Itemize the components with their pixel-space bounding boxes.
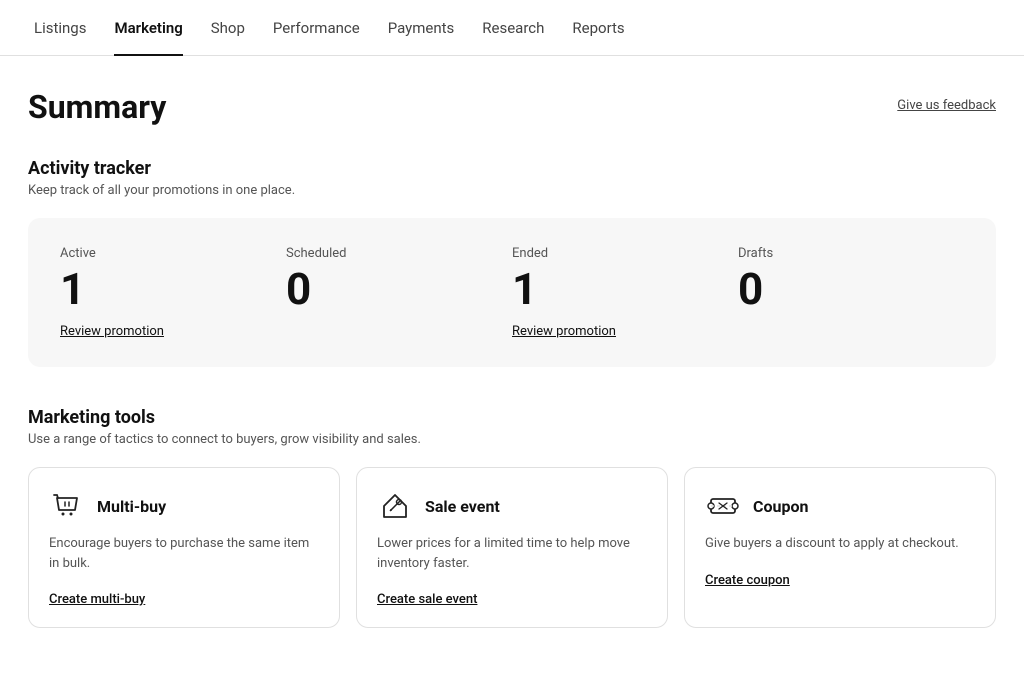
tracker-value-scheduled: 0 [286,267,492,311]
page-title: Summary [28,88,166,126]
tool-desc-sale-event: Lower prices for a limited time to help … [377,534,647,573]
tool-action-sale-event[interactable]: Create sale event [377,592,477,607]
activity-tracker-section: Activity tracker Keep track of all your … [28,158,996,367]
tracker-label-active: Active [60,246,266,261]
activity-tracker-subtitle: Keep track of all your promotions in one… [28,183,996,198]
coupon-icon [705,488,741,524]
nav-item-marketing[interactable]: Marketing [100,0,196,56]
tool-action-coupon[interactable]: Create coupon [705,573,790,588]
review-promotion-link-ended[interactable]: Review promotion [512,324,616,339]
multi-buy-icon [49,488,85,524]
marketing-tools-section: Marketing tools Use a range of tactics t… [28,407,996,628]
tool-header-multi-buy: Multi-buy [49,488,319,524]
tool-desc-coupon: Give buyers a discount to apply at check… [705,534,975,554]
tracker-value-ended: 1 [512,267,718,311]
summary-header: Summary Give us feedback [28,88,996,126]
tool-card-sale-event: Sale event Lower prices for a limited tim… [356,467,668,628]
tracker-stat-active: Active 1 Review promotion [60,246,286,339]
sale-event-icon [377,488,413,524]
review-promotion-link-active[interactable]: Review promotion [60,324,164,339]
feedback-link[interactable]: Give us feedback [897,98,996,113]
nav-item-shop[interactable]: Shop [197,0,259,56]
tools-grid: Multi-buy Encourage buyers to purchase th… [28,467,996,628]
tracker-stat-scheduled: Scheduled 0 [286,246,512,339]
page-content: Summary Give us feedback Activity tracke… [0,56,1024,668]
tracker-card: Active 1 Review promotion Scheduled 0 Ended 1 R… [28,218,996,367]
tracker-stat-ended: Ended 1 Review promotion [512,246,738,339]
tracker-value-active: 1 [60,267,266,311]
top-nav: ListingsMarketingShopPerformancePayments… [0,0,1024,56]
tool-name-sale-event: Sale event [425,497,500,516]
nav-item-reports[interactable]: Reports [558,0,638,56]
nav-item-performance[interactable]: Performance [259,0,374,56]
tracker-stat-drafts: Drafts 0 [738,246,964,339]
tracker-label-scheduled: Scheduled [286,246,492,261]
nav-item-research[interactable]: Research [468,0,558,56]
tool-desc-multi-buy: Encourage buyers to purchase the same it… [49,534,319,573]
nav-item-payments[interactable]: Payments [374,0,469,56]
tracker-label-drafts: Drafts [738,246,944,261]
nav-item-listings[interactable]: Listings [20,0,100,56]
tool-card-multi-buy: Multi-buy Encourage buyers to purchase th… [28,467,340,628]
tool-name-coupon: Coupon [753,497,808,516]
tracker-value-drafts: 0 [738,267,944,311]
tool-header-coupon: Coupon [705,488,975,524]
tool-name-multi-buy: Multi-buy [97,497,166,516]
marketing-tools-title: Marketing tools [28,407,996,428]
tracker-label-ended: Ended [512,246,718,261]
tool-card-coupon: Coupon Give buyers a discount to apply at… [684,467,996,628]
marketing-tools-subtitle: Use a range of tactics to connect to buy… [28,432,996,447]
activity-tracker-title: Activity tracker [28,158,996,179]
tool-header-sale-event: Sale event [377,488,647,524]
tool-action-multi-buy[interactable]: Create multi-buy [49,592,145,607]
